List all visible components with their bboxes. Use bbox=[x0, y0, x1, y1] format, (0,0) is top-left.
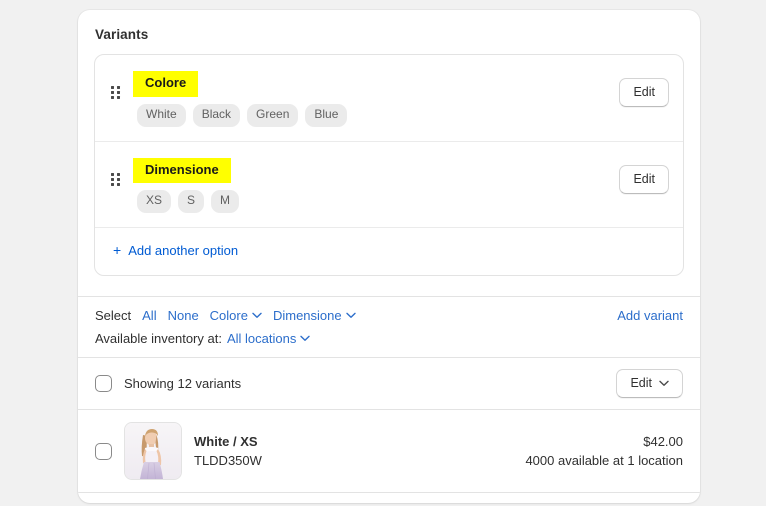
option-body-colore: Colore White Black Green Blue bbox=[127, 71, 619, 127]
select-none-link[interactable]: None bbox=[168, 308, 199, 323]
page-title: Variants bbox=[95, 27, 149, 42]
option-values-dimensione: XS S M bbox=[133, 190, 619, 214]
edit-colore-wrap: Edit bbox=[619, 71, 669, 108]
product-photo-white-dress-icon bbox=[125, 423, 181, 480]
chevron-down-icon bbox=[659, 380, 669, 386]
add-another-option-row: + Add another option bbox=[95, 227, 683, 275]
option-value-pill: Black bbox=[192, 103, 241, 127]
bulk-edit-label: Edit bbox=[630, 376, 652, 391]
filter-dimensione-dropdown[interactable]: Dimensione bbox=[273, 308, 356, 323]
variant-row-checkbox[interactable] bbox=[95, 442, 112, 460]
option-value-pill: XS bbox=[137, 190, 172, 214]
variant-sku: TLDD350W bbox=[194, 453, 262, 469]
option-values-colore: White Black Green Blue bbox=[133, 103, 619, 127]
chevron-down-icon bbox=[345, 312, 356, 318]
variant-stock: 4000 available at 1 location bbox=[525, 453, 683, 469]
variants-card: Variants Colore White Black Green Blue E… bbox=[78, 10, 700, 504]
select-all-checkbox[interactable] bbox=[95, 375, 112, 393]
add-variant-link[interactable]: Add variant bbox=[617, 308, 683, 323]
edit-dimensione-wrap: Edit bbox=[619, 158, 669, 194]
locations-value: All locations bbox=[226, 331, 297, 347]
bulk-edit-dropdown-button[interactable]: Edit bbox=[616, 369, 683, 399]
chevron-down-icon bbox=[300, 335, 311, 341]
option-value-pill: S bbox=[178, 190, 205, 214]
filter-dimensione-label: Dimensione bbox=[272, 308, 342, 324]
edit-option-colore-button[interactable]: Edit bbox=[619, 78, 669, 108]
available-inventory-line: Available inventory at: All locations bbox=[95, 331, 683, 346]
drag-handle-icon[interactable] bbox=[105, 158, 127, 188]
drag-handle-icon[interactable] bbox=[105, 71, 127, 101]
variant-price: $42.00 bbox=[643, 433, 683, 449]
select-all-link[interactable]: All bbox=[142, 308, 156, 323]
edit-option-dimensione-button[interactable]: Edit bbox=[619, 164, 669, 194]
option-body-dimensione: Dimensione XS S M bbox=[127, 157, 619, 214]
variant-info: White / XS TLDD350W bbox=[194, 432, 513, 471]
table-row[interactable]: White / XS TLDD350W $42.00 4000 availabl… bbox=[78, 409, 700, 492]
add-another-option-label: Add another option bbox=[128, 242, 239, 258]
variant-title: White / XS bbox=[194, 433, 258, 449]
option-value-pill: M bbox=[211, 190, 240, 214]
option-name-dimensione[interactable]: Dimensione bbox=[133, 157, 231, 184]
plus-icon: + bbox=[113, 242, 122, 259]
add-another-option-button[interactable]: + Add another option bbox=[113, 243, 238, 258]
row-divider bbox=[78, 492, 700, 503]
option-name-colore[interactable]: Colore bbox=[133, 71, 199, 97]
option-row-dimensione: Dimensione XS S M Edit bbox=[95, 140, 683, 228]
option-row-colore: Colore White Black Green Blue Edit bbox=[95, 55, 683, 141]
variant-thumbnail[interactable] bbox=[124, 422, 182, 481]
chevron-down-icon bbox=[252, 312, 262, 318]
option-value-pill: Green bbox=[247, 103, 299, 127]
showing-variants-row: Showing 12 variants Edit bbox=[78, 357, 700, 409]
showing-variants-label: Showing 12 variants bbox=[124, 376, 242, 392]
available-inventory-label: Available inventory at: bbox=[95, 331, 222, 347]
option-value-pill: Blue bbox=[305, 103, 348, 127]
filter-colore-label: Colore bbox=[209, 308, 248, 324]
options-card: Colore White Black Green Blue Edit Dimen… bbox=[94, 54, 684, 277]
filter-colore-dropdown[interactable]: Colore bbox=[210, 308, 262, 323]
select-line: Select All None Colore Dimensione Add va… bbox=[95, 308, 683, 323]
variant-right: $42.00 4000 available at 1 location bbox=[525, 432, 683, 471]
locations-dropdown[interactable]: All locations bbox=[226, 331, 311, 347]
select-label: Select bbox=[95, 308, 132, 324]
option-value-pill: White bbox=[137, 103, 186, 127]
select-filter-bar: Select All None Colore Dimensione Add va… bbox=[78, 296, 700, 357]
